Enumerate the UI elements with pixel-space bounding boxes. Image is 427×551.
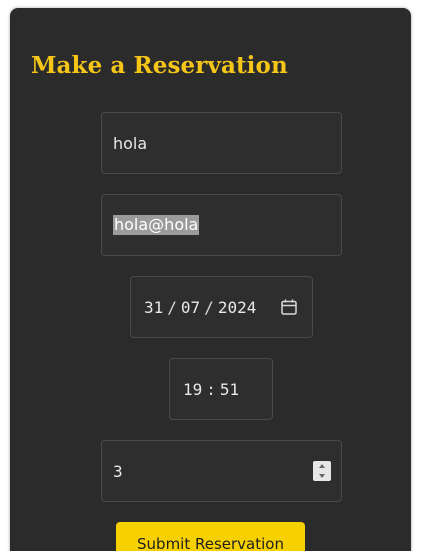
date-month[interactable]: 07 (181, 298, 200, 317)
guests-input[interactable]: 3 (101, 440, 342, 502)
date-separator: / (167, 297, 177, 317)
spin-down-icon[interactable] (313, 471, 331, 481)
guests-value: 3 (113, 461, 123, 481)
time-minute[interactable]: 51 (220, 380, 239, 399)
email-value-wrapper: hola@hola (113, 195, 200, 255)
time-separator: : (206, 379, 216, 399)
time-input[interactable]: 19:51 (169, 358, 273, 420)
calendar-icon[interactable] (280, 298, 298, 316)
page: Make a Reservation hola hola@hola 31/07/… (0, 0, 427, 551)
name-input[interactable]: hola (101, 112, 342, 174)
spinner-arrows-icon[interactable] (313, 461, 331, 481)
email-input[interactable]: hola@hola (101, 194, 342, 256)
time-hour[interactable]: 19 (183, 380, 202, 399)
page-title: Make a Reservation (31, 52, 288, 79)
date-year[interactable]: 2024 (218, 298, 257, 317)
email-value: hola@hola (113, 215, 200, 235)
spin-up-icon[interactable] (313, 461, 331, 471)
date-value: 31/07/2024 (144, 277, 256, 337)
date-separator: / (204, 297, 214, 317)
submit-reservation-button[interactable]: Submit Reservation (116, 522, 305, 551)
date-input[interactable]: 31/07/2024 (130, 276, 313, 338)
submit-button-label: Submit Reservation (137, 535, 284, 551)
date-day[interactable]: 31 (144, 298, 163, 317)
name-value: hola (113, 133, 148, 153)
time-value: 19:51 (183, 359, 239, 419)
